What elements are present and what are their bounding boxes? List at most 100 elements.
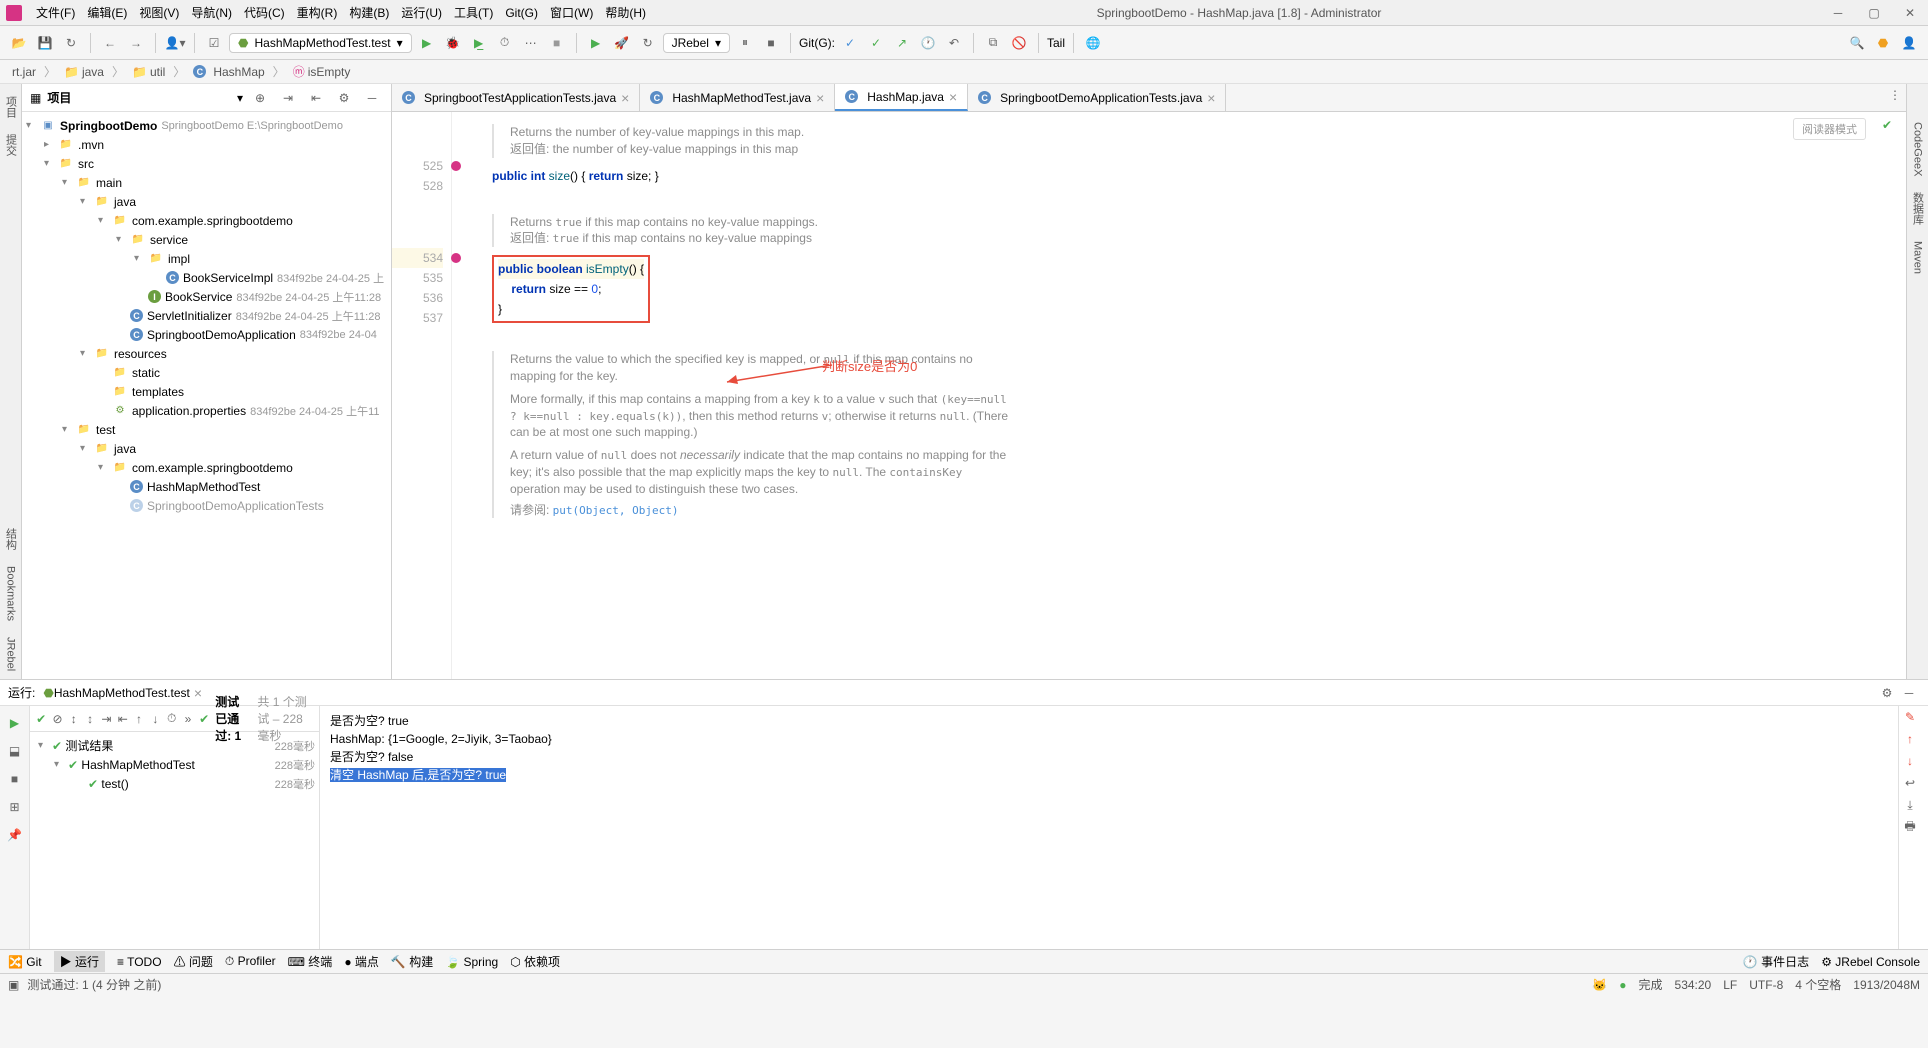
chevron-down-icon[interactable]: ▾ xyxy=(237,91,243,105)
run-icon[interactable]: ▶ xyxy=(416,32,438,54)
avatar-icon[interactable]: 👤 xyxy=(1898,32,1920,54)
scroll-icon[interactable]: ⤓ xyxy=(1899,794,1921,816)
jr-run-icon[interactable]: ▶ xyxy=(585,32,607,54)
menu-tools[interactable]: 工具(T) xyxy=(448,2,499,23)
menu-run[interactable]: 运行(U) xyxy=(395,2,448,23)
bottom-spring[interactable]: 🍃 Spring xyxy=(445,955,498,969)
bc-rtjar[interactable]: rt.jar xyxy=(8,64,40,80)
sort2-icon[interactable]: ↕ xyxy=(85,708,95,730)
bottom-git[interactable]: 🔀 Git xyxy=(8,955,42,969)
jrebel-selector[interactable]: JRebel ▾ xyxy=(663,33,730,53)
show-passed-icon[interactable]: ✔ xyxy=(36,708,46,730)
sidebar-project-tab[interactable]: 项目 xyxy=(1,88,21,126)
forward-icon[interactable]: → xyxy=(125,32,147,54)
project-tree[interactable]: ▾▣SpringbootDemoSpringbootDemo E:\Spring… xyxy=(22,112,391,679)
menu-refactor[interactable]: 重构(R) xyxy=(291,2,344,23)
up-arrow-icon[interactable]: ↑ xyxy=(1899,728,1921,750)
test-tree[interactable]: ▾✔ 测试结果228毫秒 ▾✔ HashMapMethodTest228毫秒 ✔… xyxy=(30,732,319,949)
sidebar-commit-tab[interactable]: 提交 xyxy=(1,126,21,164)
bottom-eventlog[interactable]: 🕐 事件日志 xyxy=(1743,953,1809,970)
sidebar-maven-tab[interactable]: Maven xyxy=(1910,233,1926,282)
hide-icon[interactable]: ─ xyxy=(361,87,383,109)
search-icon[interactable]: 🔍 xyxy=(1846,32,1868,54)
prev-icon[interactable]: ↑ xyxy=(134,708,144,730)
bottom-profiler[interactable]: ⏱ Profiler xyxy=(225,954,276,969)
code-editor[interactable]: 阅读器模式 ✔ 525 528 534 535 536 537 Returns … xyxy=(392,112,1906,679)
git-rollback-icon[interactable]: ↶ xyxy=(943,32,965,54)
jr-pause-icon[interactable]: ⏸ xyxy=(734,32,756,54)
tab-hashmap[interactable]: CHashMap.java× xyxy=(835,84,968,111)
target-icon[interactable]: ⊕ xyxy=(249,87,271,109)
tail-label[interactable]: Tail xyxy=(1047,36,1065,50)
bc-util[interactable]: 📁util xyxy=(128,64,169,80)
bc-isempty[interactable]: ⓜisEmpty xyxy=(289,62,355,81)
status-enc[interactable]: UTF-8 xyxy=(1749,978,1783,992)
git-push-icon[interactable]: ↗ xyxy=(891,32,913,54)
debug-icon[interactable]: 🐞 xyxy=(442,32,464,54)
expand-all-icon[interactable]: ⇥ xyxy=(101,708,111,730)
menu-edit[interactable]: 编辑(E) xyxy=(81,2,133,23)
run-tab-name[interactable]: HashMapMethodTest.test xyxy=(54,686,190,700)
collapse-all-icon[interactable]: ⇤ xyxy=(118,708,128,730)
close-icon[interactable]: × xyxy=(621,90,629,106)
menu-code[interactable]: 代码(C) xyxy=(238,2,291,23)
coverage-icon[interactable]: ▶̲ xyxy=(468,32,490,54)
status-mem[interactable]: 1913/2048M xyxy=(1853,978,1920,992)
menu-navigate[interactable]: 导航(N) xyxy=(185,2,238,23)
bottom-terminal[interactable]: ⌨ 终端 xyxy=(288,953,333,970)
layout-icon[interactable]: ⊞ xyxy=(4,796,26,818)
bottom-deps[interactable]: ⬡ 依赖项 xyxy=(510,953,560,970)
bottom-jrebel-console[interactable]: ⚙ JRebel Console xyxy=(1821,955,1920,969)
status-pos[interactable]: 534:20 xyxy=(1675,978,1712,992)
close-icon[interactable]: ✕ xyxy=(1898,5,1922,21)
cat-icon[interactable]: 🐱 xyxy=(1592,978,1607,992)
menu-help[interactable]: 帮助(H) xyxy=(599,2,652,23)
tab-springboot-test[interactable]: CSpringbootTestApplicationTests.java× xyxy=(392,84,640,111)
menu-view[interactable]: 视图(V) xyxy=(133,2,185,23)
show-ignored-icon[interactable]: ⊘ xyxy=(52,708,62,730)
git-update-icon[interactable]: ✓ xyxy=(839,32,861,54)
translate-icon[interactable]: 🌐 xyxy=(1082,32,1104,54)
status-icon[interactable]: ▣ xyxy=(8,978,19,992)
diff-icon[interactable]: ⧉ xyxy=(982,32,1004,54)
profile-icon[interactable]: ⏱ xyxy=(494,32,516,54)
menu-build[interactable]: 构建(B) xyxy=(343,2,395,23)
jr-stop-icon[interactable]: ■ xyxy=(760,32,782,54)
status-lf[interactable]: LF xyxy=(1723,978,1737,992)
close-icon[interactable]: × xyxy=(949,89,957,105)
git-commit-icon[interactable]: ✓ xyxy=(865,32,887,54)
menu-window[interactable]: 窗口(W) xyxy=(544,2,599,23)
git-history-icon[interactable]: 🕐 xyxy=(917,32,939,54)
down-arrow-icon[interactable]: ↓ xyxy=(1899,750,1921,772)
pin-icon[interactable]: 📌 xyxy=(4,824,26,846)
person-icon[interactable]: 👤▾ xyxy=(164,32,186,54)
save-icon[interactable]: 💾 xyxy=(34,32,56,54)
menu-git[interactable]: Git(G) xyxy=(499,4,544,22)
gear-icon[interactable]: ⚙ xyxy=(333,87,355,109)
export-icon[interactable]: ⏱ xyxy=(167,708,177,730)
sidebar-structure-tab[interactable]: 结构 xyxy=(1,520,21,558)
rerun-icon[interactable]: ▶ xyxy=(4,712,26,734)
more-icon[interactable]: » xyxy=(183,708,193,730)
close-icon[interactable]: × xyxy=(194,685,202,701)
run-config-selector[interactable]: ⬣ HashMapMethodTest.test ▾ xyxy=(229,33,412,53)
bottom-run[interactable]: ▶ 运行 xyxy=(54,951,105,972)
bottom-build[interactable]: 🔨 构建 xyxy=(391,953,433,970)
tab-hashmap-test[interactable]: CHashMapMethodTest.java× xyxy=(640,84,835,111)
sort-icon[interactable]: ↕ xyxy=(69,708,79,730)
status-indent[interactable]: 4 个空格 xyxy=(1795,976,1841,993)
gear-icon[interactable]: ⚙ xyxy=(1876,682,1898,704)
stop-icon[interactable]: ■ xyxy=(546,32,568,54)
sidebar-bookmarks-tab[interactable]: Bookmarks xyxy=(3,558,19,629)
stop2-icon[interactable]: 🚫 xyxy=(1008,32,1030,54)
collapse-icon[interactable]: ⇤ xyxy=(305,87,327,109)
sync-icon[interactable]: ↻ xyxy=(60,32,82,54)
bottom-problems[interactable]: ⚠ 问题 xyxy=(174,953,213,970)
stop-icon[interactable]: ■ xyxy=(4,768,26,790)
tab-more-icon[interactable]: ⋮ xyxy=(1884,84,1906,106)
expand-icon[interactable]: ⇥ xyxy=(277,87,299,109)
toggle-icon[interactable]: ⬓ xyxy=(4,740,26,762)
print-icon[interactable]: 🖶 xyxy=(1899,816,1921,838)
jr-config-icon[interactable]: 🚀 xyxy=(611,32,633,54)
console-output[interactable]: 是否为空? true HashMap: {1=Google, 2=Jiyik, … xyxy=(320,706,1898,949)
